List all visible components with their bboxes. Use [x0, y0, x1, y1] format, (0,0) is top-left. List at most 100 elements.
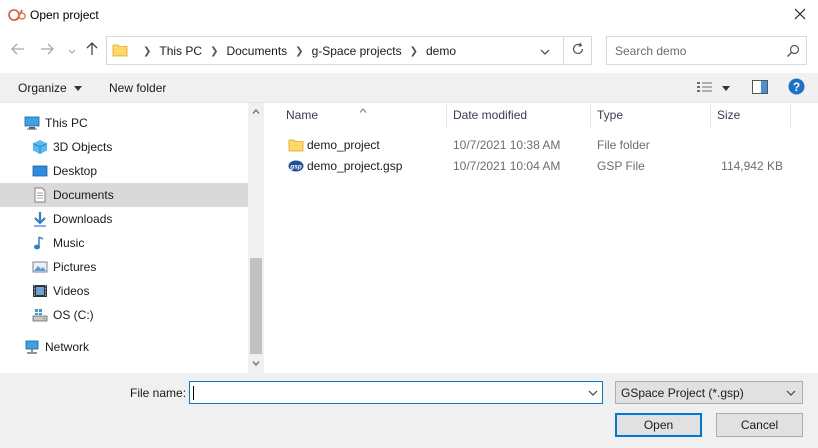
nav-label: 3D Objects: [53, 140, 113, 154]
address-history-dropdown[interactable]: [531, 36, 559, 65]
network-icon: [24, 339, 40, 355]
up-arrow-icon: [86, 41, 98, 59]
breadcrumb: ❯ This PC ❯ Documents ❯ g-Space projects…: [135, 44, 456, 58]
new-folder-button[interactable]: New folder: [109, 81, 166, 95]
nav-label: This PC: [45, 116, 88, 130]
column-header-type[interactable]: Type: [597, 108, 623, 128]
pictures-icon: [32, 259, 48, 275]
up-button[interactable]: [82, 40, 102, 60]
nav-item-downloads[interactable]: Downloads: [0, 207, 248, 231]
svg-text:?: ?: [793, 80, 800, 94]
close-icon: [794, 8, 806, 23]
column-header-name[interactable]: Name: [286, 108, 318, 128]
nav-label: Documents: [53, 188, 114, 202]
file-name-label: File name:: [130, 386, 187, 400]
file-type-filter[interactable]: GSpace Project (*.gsp): [615, 381, 803, 404]
nav-item-documents[interactable]: Documents: [0, 183, 248, 207]
window-title: Open project: [30, 8, 99, 22]
nav-item-3d-objects[interactable]: 3D Objects: [0, 135, 248, 159]
file-name: demo_project.gsp: [307, 159, 403, 173]
nav-item-videos[interactable]: Videos: [0, 279, 248, 303]
nav-label: Music: [53, 236, 85, 250]
command-bar: Organize New folder ?: [0, 73, 818, 103]
back-arrow-icon: [11, 42, 25, 58]
chevron-right-icon[interactable]: ❯: [295, 46, 303, 57]
cancel-button[interactable]: Cancel: [716, 413, 803, 437]
computer-icon: [24, 115, 40, 131]
help-button[interactable]: ?: [788, 78, 805, 98]
file-row[interactable]: gsp demo_project.gsp 10/7/2021 10:04 AM …: [280, 156, 800, 177]
column-header-date[interactable]: Date modified: [453, 108, 527, 128]
forward-arrow-icon: [40, 42, 54, 58]
chevron-down-icon: [784, 386, 798, 400]
nav-label: OS (C:): [53, 308, 94, 322]
organize-label: Organize: [18, 81, 67, 95]
videos-icon: [32, 283, 48, 299]
column-divider[interactable]: [446, 104, 447, 128]
back-button[interactable]: [8, 40, 28, 60]
recent-locations-button[interactable]: [62, 40, 82, 60]
cube-icon: [32, 139, 48, 155]
download-icon: [32, 211, 48, 227]
music-icon: [32, 235, 48, 251]
navigation-pane: This PC 3D Objects Desktop Documents Dow…: [0, 103, 248, 373]
file-name-input[interactable]: [189, 381, 603, 404]
scroll-down-icon[interactable]: [248, 355, 264, 371]
column-divider[interactable]: [790, 104, 791, 128]
details-view-icon: [696, 81, 714, 96]
refresh-button[interactable]: [564, 36, 592, 65]
change-view-button[interactable]: [696, 79, 730, 97]
desktop-icon: [32, 163, 48, 179]
file-type: GSP File: [597, 159, 645, 173]
scroll-up-icon[interactable]: [248, 103, 264, 119]
nav-label: Videos: [53, 284, 90, 298]
caret-down-icon: [74, 86, 83, 92]
help-icon: ?: [788, 78, 805, 98]
column-divider[interactable]: [590, 104, 591, 128]
nav-item-desktop[interactable]: Desktop: [0, 159, 248, 183]
column-header-size[interactable]: Size: [717, 108, 740, 128]
search-input[interactable]: Search demo: [606, 36, 807, 65]
forward-button[interactable]: [37, 40, 57, 60]
nav-item-network[interactable]: Network: [0, 335, 248, 359]
organize-button[interactable]: Organize: [18, 81, 83, 95]
preview-pane-icon: [752, 79, 768, 97]
breadcrumb-gspace-projects[interactable]: g-Space projects: [312, 44, 402, 58]
close-button[interactable]: [782, 0, 818, 31]
chevron-right-icon: ❯: [143, 45, 152, 57]
file-row[interactable]: demo_project 10/7/2021 10:38 AM File fol…: [280, 135, 800, 156]
open-button[interactable]: Open: [615, 413, 702, 437]
column-divider[interactable]: [710, 104, 711, 128]
app-logo-icon: [8, 8, 26, 22]
chevron-right-icon[interactable]: ❯: [210, 46, 218, 57]
chevron-right-icon[interactable]: ❯: [410, 46, 418, 57]
nav-item-this-pc[interactable]: This PC: [0, 111, 248, 135]
nav-label: Network: [45, 340, 90, 354]
scrollbar-thumb[interactable]: [250, 258, 262, 354]
file-name: demo_project: [307, 138, 380, 152]
nav-scrollbar[interactable]: [248, 103, 264, 373]
breadcrumb-this-pc[interactable]: This PC: [159, 44, 202, 58]
drive-icon: [32, 307, 48, 323]
preview-pane-button[interactable]: [752, 79, 768, 97]
breadcrumb-demo[interactable]: demo: [426, 44, 456, 58]
file-size: 114,942 KB: [721, 159, 783, 173]
address-bar[interactable]: ❯ This PC ❯ Documents ❯ g-Space projects…: [106, 36, 564, 65]
breadcrumb-documents[interactable]: Documents: [226, 44, 287, 58]
folder-icon: [112, 42, 128, 58]
caret-down-icon: [722, 85, 730, 91]
text-caret: [193, 386, 194, 400]
file-type-filter-value: GSpace Project (*.gsp): [621, 386, 744, 400]
search-icon: [786, 44, 800, 58]
title-bar: Open project: [0, 0, 818, 31]
gsp-file-icon: gsp: [288, 158, 304, 177]
folder-icon: [288, 137, 304, 156]
bottom-panel: File name: GSpace Project (*.gsp) Open C…: [0, 373, 818, 448]
chevron-down-icon[interactable]: [586, 386, 600, 400]
chevron-down-icon: [540, 44, 550, 58]
nav-item-pictures[interactable]: Pictures: [0, 255, 248, 279]
nav-label: Downloads: [53, 212, 113, 226]
chevron-down-icon: [68, 42, 76, 58]
nav-item-os-drive[interactable]: OS (C:): [0, 303, 248, 327]
nav-item-music[interactable]: Music: [0, 231, 248, 255]
